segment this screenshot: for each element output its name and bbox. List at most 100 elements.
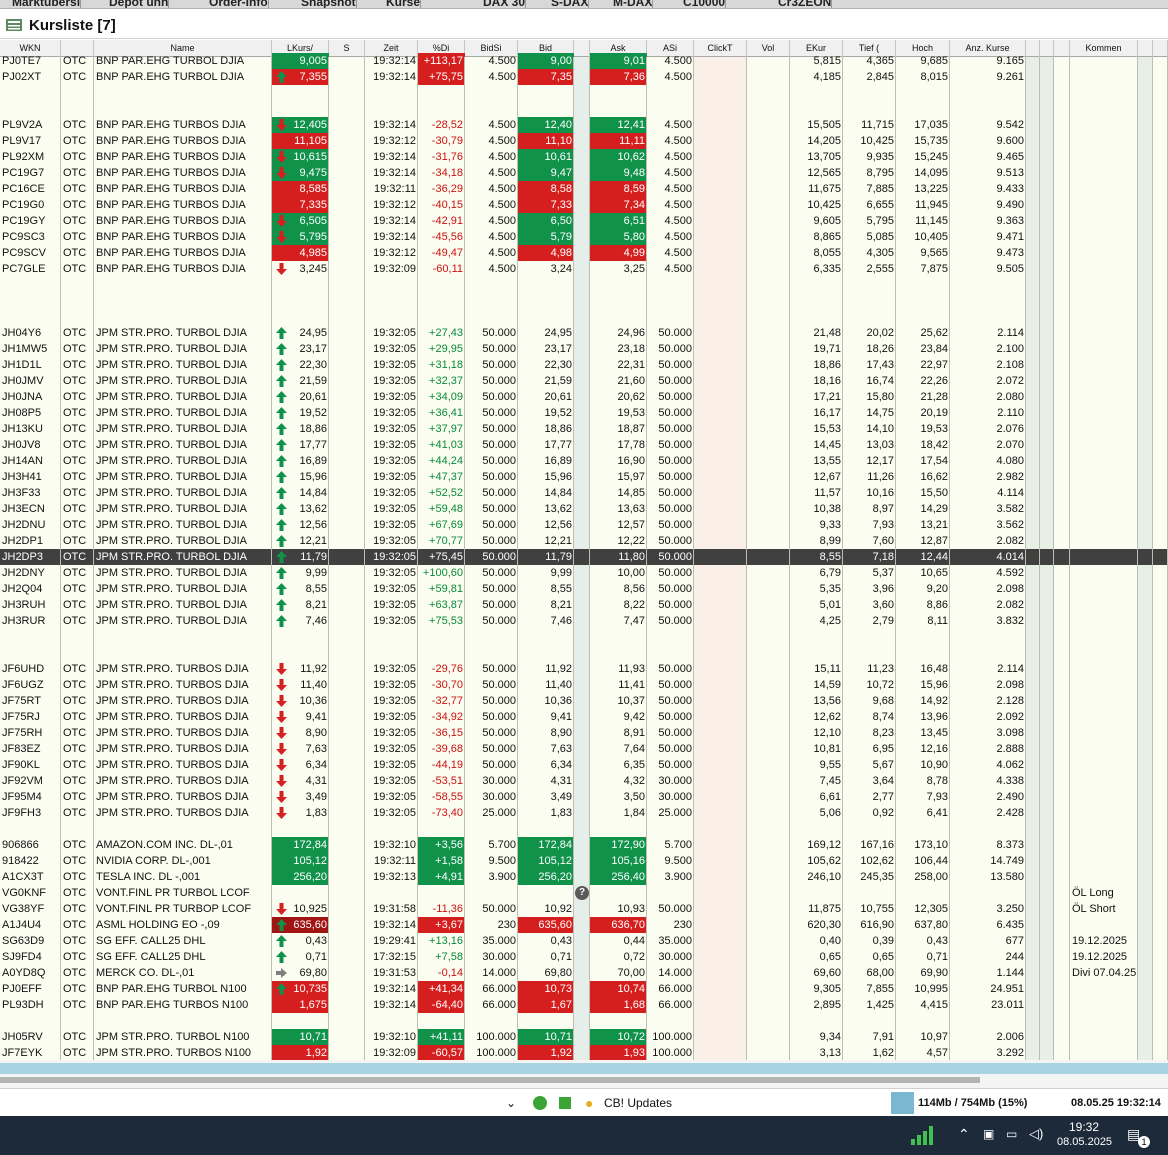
table-row[interactable]: JH3H41 OTC JPM STR.PRO. TURBOL DJIA 15,96 19… — [0, 469, 1168, 485]
table-row[interactable]: JF75RJ OTC JPM STR.PRO. TURBOS DJIA 9,41 19:… — [0, 709, 1168, 725]
tab-2[interactable]: Order-Info — [203, 0, 269, 8]
tab-9[interactable]: Cr3ZEON — [772, 0, 833, 8]
cell-zeit: 19:32:05 — [373, 423, 416, 435]
table-row[interactable]: SJ9FD4 OTC SG EFF. CALL25 DHL 0,71 17:32:15 +… — [0, 949, 1168, 965]
table-row[interactable]: A1J4U4 OTC ASML HOLDING EO -,09 635,60 19:32… — [0, 917, 1168, 933]
table-row[interactable]: JF9FH3 OTC JPM STR.PRO. TURBOS DJIA 1,83 19:… — [0, 805, 1168, 821]
table-row[interactable]: VG38YF OTC VONT.FINL PR TURBOP LCOF 10,925 1… — [0, 901, 1168, 917]
empty-row[interactable] — [0, 821, 1168, 837]
table-row[interactable]: JF7EYK OTC JPM STR.PRO. TURBOS N100 1,92 19:… — [0, 1045, 1168, 1060]
table-row[interactable]: A0YD8Q OTC MERCK CO. DL-,01 69,80 19:31:53 -0… — [0, 965, 1168, 981]
empty-row[interactable] — [0, 309, 1168, 325]
help-icon[interactable]: ? — [575, 886, 589, 900]
table-row[interactable]: JH3ECN OTC JPM STR.PRO. TURBOL DJIA 13,62 19… — [0, 501, 1168, 517]
cell-kom: 19.12.2025 — [1072, 935, 1128, 947]
table-row[interactable]: JH0JMV OTC JPM STR.PRO. TURBOL DJIA 21,59 19… — [0, 373, 1168, 389]
empty-row[interactable] — [0, 1013, 1168, 1029]
table-row[interactable]: PC19G7 OTC BNP PAR.EHG TURBOS DJIA 9,475 19:… — [0, 165, 1168, 181]
tab-6[interactable]: S-DAX — [545, 0, 590, 8]
empty-row[interactable] — [0, 101, 1168, 117]
cell-zeit: 19:32:05 — [373, 471, 416, 483]
table-row[interactable]: JF92VM OTC JPM STR.PRO. TURBOS DJIA 4,31 19:… — [0, 773, 1168, 789]
chevron-up-icon[interactable]: ⌃ — [958, 1126, 970, 1143]
volume-icon[interactable]: ◁) — [1029, 1126, 1043, 1142]
table-row[interactable]: A1CX3T OTC TESLA INC. DL -,001 256,20 19:32:… — [0, 869, 1168, 885]
tab-5[interactable]: DAX 30 — [477, 0, 527, 8]
table-row[interactable]: PC9SC3 OTC BNP PAR.EHG TURBOS DJIA 5,795 19:… — [0, 229, 1168, 245]
table-row[interactable]: PL9V17 OTC BNP PAR.EHG TURBOS DJIA 11,105 19… — [0, 133, 1168, 149]
table-row[interactable]: PL93DH OTC BNP PAR.EHG TURBOS N100 1,675 19:… — [0, 997, 1168, 1013]
table-row[interactable]: PC19G0 OTC BNP PAR.EHG TURBOS DJIA 7,335 19:… — [0, 197, 1168, 213]
table-row[interactable]: JH2DNU OTC JPM STR.PRO. TURBOL DJIA 12,56 19… — [0, 517, 1168, 533]
device-icon[interactable]: ▣ — [983, 1127, 994, 1141]
cell-name: BNP PAR.EHG TURBOS DJIA — [96, 263, 246, 275]
table-row[interactable]: JH3RUH OTC JPM STR.PRO. TURBOL DJIA 8,21 19:… — [0, 597, 1168, 613]
clock-date[interactable]: 08.05.2025 — [1057, 1136, 1112, 1148]
tab-3[interactable]: Snapshot — [295, 0, 357, 8]
table-row[interactable]: 918422 OTC NVIDIA CORP. DL-,001 105,12 19:32… — [0, 853, 1168, 869]
tab-8[interactable]: C10000 — [677, 0, 727, 8]
table-row[interactable]: JH3RUR OTC JPM STR.PRO. TURBOL DJIA 7,46 19:… — [0, 613, 1168, 629]
tab-1[interactable]: Depot ünn — [103, 0, 170, 8]
cell-wkn: JH0JV8 — [2, 439, 41, 451]
table-row[interactable]: JF6UHD OTC JPM STR.PRO. TURBOS DJIA 11,92 19… — [0, 661, 1168, 677]
cell-name: BNP PAR.EHG TURBOS DJIA — [96, 247, 246, 259]
table-row[interactable]: JH0JV8 OTC JPM STR.PRO. TURBOL DJIA 17,77 19… — [0, 437, 1168, 453]
table-row[interactable]: JH2DP3 OTC JPM STR.PRO. TURBOL DJIA 11,79 19… — [0, 549, 1168, 565]
cell-name: JPM STR.PRO. TURBOS DJIA — [96, 679, 249, 691]
empty-row[interactable] — [0, 645, 1168, 661]
empty-row[interactable] — [0, 629, 1168, 645]
table-row[interactable]: JF75RH OTC JPM STR.PRO. TURBOS DJIA 8,90 19:… — [0, 725, 1168, 741]
up-arrow-icon — [276, 471, 287, 483]
table-row[interactable]: JF6UGZ OTC JPM STR.PRO. TURBOS DJIA 11,40 19… — [0, 677, 1168, 693]
updates-label[interactable]: CB! Updates — [604, 1089, 672, 1117]
table-row[interactable]: JH13KU OTC JPM STR.PRO. TURBOL DJIA 18,86 19… — [0, 421, 1168, 437]
tab-7[interactable]: M-DAX — [607, 0, 654, 8]
cell-zeit: 19:32:05 — [373, 695, 416, 707]
table-row[interactable]: PC16CE OTC BNP PAR.EHG TURBOS DJIA 8,585 19:… — [0, 181, 1168, 197]
table-row[interactable]: PL9V2A OTC BNP PAR.EHG TURBOS DJIA 12,405 19… — [0, 117, 1168, 133]
empty-row[interactable] — [0, 277, 1168, 293]
up-arrow-icon — [276, 375, 287, 387]
table-row[interactable]: JH2DNY OTC JPM STR.PRO. TURBOL DJIA 9,99 19:… — [0, 565, 1168, 581]
table-row[interactable]: JH1MW5 OTC JPM STR.PRO. TURBOL DJIA 23,17 19… — [0, 341, 1168, 357]
chart-app-icon[interactable] — [910, 1124, 934, 1146]
table-row[interactable]: PJ0TE7 OTC BNP PAR.EHG TURBOL DJIA 9,005 19:… — [0, 53, 1168, 69]
up-arrow-icon — [276, 391, 287, 403]
table-row[interactable]: JH3F33 OTC JPM STR.PRO. TURBOL DJIA 14,84 19… — [0, 485, 1168, 501]
tab-0[interactable]: Marktübersi — [6, 0, 82, 8]
table-row[interactable]: PL92XM OTC BNP PAR.EHG TURBOS DJIA 10,615 19… — [0, 149, 1168, 165]
network-icon[interactable]: ▭ — [1006, 1127, 1017, 1141]
table-row[interactable]: JH04Y6 OTC JPM STR.PRO. TURBOL DJIA 24,95 19… — [0, 325, 1168, 341]
table-row[interactable]: PC7GLE OTC BNP PAR.EHG TURBOS DJIA 3,245 19:… — [0, 261, 1168, 277]
table-row[interactable]: JF83EZ OTC JPM STR.PRO. TURBOS DJIA 7,63 19:… — [0, 741, 1168, 757]
tab-4[interactable]: Kurse — [380, 0, 422, 8]
cell-ask: 8,91 — [623, 727, 645, 739]
table-row[interactable]: PJ0EFF OTC BNP PAR.EHG TURBOL N100 10,735 19… — [0, 981, 1168, 997]
table-row[interactable]: JF90KL OTC JPM STR.PRO. TURBOS DJIA 6,34 19:… — [0, 757, 1168, 773]
cell-lk: 20,61 — [272, 389, 329, 405]
empty-row[interactable] — [0, 85, 1168, 101]
table-row[interactable]: PC9SCV OTC BNP PAR.EHG TURBOS DJIA 4,985 19:… — [0, 245, 1168, 261]
clock-time[interactable]: 19:32 — [1069, 1120, 1099, 1134]
table-row[interactable]: JH14AN OTC JPM STR.PRO. TURBOL DJIA 16,89 19… — [0, 453, 1168, 469]
horizontal-scrollbar[interactable] — [0, 1077, 980, 1083]
table-row[interactable]: JF95M4 OTC JPM STR.PRO. TURBOS DJIA 3,49 19:… — [0, 789, 1168, 805]
chevron-down-icon[interactable]: ⌄ — [506, 1089, 516, 1117]
table-row[interactable]: JF75RT OTC JPM STR.PRO. TURBOS DJIA 10,36 19… — [0, 693, 1168, 709]
table-row[interactable]: 906866 OTC AMAZON.COM INC. DL-,01 172,84 19:… — [0, 837, 1168, 853]
table-row[interactable]: PJ02XT OTC BNP PAR.EHG TURBOL DJIA 7,355 19:… — [0, 69, 1168, 85]
table-row[interactable]: JH1D1L OTC JPM STR.PRO. TURBOL DJIA 22,30 19… — [0, 357, 1168, 373]
table-row[interactable]: JH05RV OTC JPM STR.PRO. TURBOL N100 10,71 19… — [0, 1029, 1168, 1045]
table-row[interactable]: JH0JNA OTC JPM STR.PRO. TURBOL DJIA 20,61 19… — [0, 389, 1168, 405]
table-row[interactable]: JH2Q04 OTC JPM STR.PRO. TURBOL DJIA 8,55 19:… — [0, 581, 1168, 597]
table-row[interactable]: JH2DP1 OTC JPM STR.PRO. TURBOL DJIA 12,21 19… — [0, 533, 1168, 549]
empty-row[interactable] — [0, 293, 1168, 309]
table-row[interactable]: JH08P5 OTC JPM STR.PRO. TURBOL DJIA 19,52 19… — [0, 405, 1168, 421]
cell-bid: 8,21 — [550, 599, 572, 611]
table-row[interactable]: SG63D9 OTC SG EFF. CALL25 DHL 0,43 19:29:41 +… — [0, 933, 1168, 949]
table-row[interactable]: PC19GY OTC BNP PAR.EHG TURBOS DJIA 6,505 19:… — [0, 213, 1168, 229]
table-row[interactable]: VG0KNF OTC VONT.FINL PR TURBOL LCOF ÖL Long… — [0, 885, 1168, 901]
cell-pct: +3,56 — [418, 837, 465, 853]
cell-b: OTC — [63, 375, 87, 387]
